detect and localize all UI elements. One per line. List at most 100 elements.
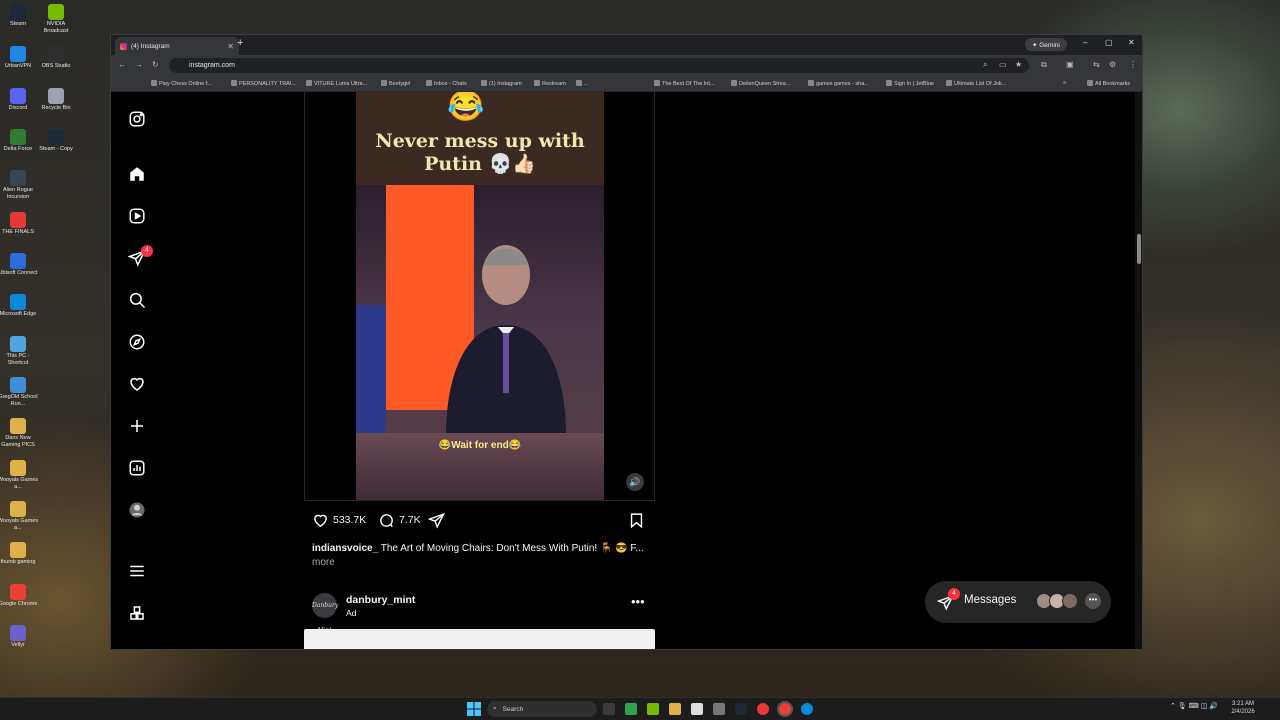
- bookmark-item[interactable]: (1) Instagram: [481, 80, 522, 87]
- desktop-icon[interactable]: GregOld School Run...: [0, 377, 39, 408]
- desktop-icon[interactable]: thumb gaming: [0, 542, 39, 566]
- cast-icon[interactable]: ▭: [999, 60, 1007, 69]
- desktop-icon[interactable]: THE FINALS: [0, 212, 39, 236]
- instagram-page: 4 😂 Never mess up with Putin 💀👍🏻 😂Wait f…: [111, 92, 1142, 649]
- bookmark-item[interactable]: Play Chess Online f...: [151, 80, 212, 87]
- url-text: instagram.com: [189, 62, 235, 69]
- desktop-icon[interactable]: NVIDIA Broadcast: [35, 4, 77, 35]
- edge-icon[interactable]: [801, 703, 813, 715]
- desktop-icon[interactable]: Microsoft Edge: [0, 294, 39, 318]
- share-button[interactable]: [428, 511, 445, 529]
- volume-icon[interactable]: 🔊: [626, 473, 644, 491]
- sidepanel-icon[interactable]: ▣: [1066, 60, 1074, 69]
- desktop-icon[interactable]: Alien Rogue Incursion: [0, 170, 39, 201]
- desktop-icon[interactable]: Recycle Bin: [35, 88, 77, 112]
- reload-button[interactable]: ↻: [152, 60, 159, 69]
- insights-icon[interactable]: [128, 459, 146, 477]
- bookmark-item[interactable]: Inbox - Chats: [426, 80, 467, 87]
- desktop-icon[interactable]: UrbanVPN: [0, 46, 39, 70]
- ad-avatar[interactable]: Danbury Mint: [312, 593, 338, 634]
- more-apps-icon[interactable]: [128, 604, 146, 622]
- create-icon[interactable]: [128, 417, 146, 435]
- heart-icon[interactable]: [128, 375, 146, 393]
- bookmark-item[interactable]: games games - sha...: [808, 80, 869, 87]
- bookmark-item[interactable]: DeilenQueen Strea...: [731, 80, 790, 87]
- ad-username[interactable]: danbury_mint: [346, 594, 415, 606]
- account-icon[interactable]: ⚙: [1109, 60, 1116, 69]
- desktop-icon[interactable]: Ubisoft Connect: [0, 253, 39, 277]
- extensions-icon[interactable]: ⧉: [1041, 60, 1047, 70]
- desktop-icon[interactable]: Vellyr: [0, 625, 39, 649]
- more-link[interactable]: more: [312, 557, 335, 568]
- scrollbar-thumb[interactable]: [1137, 234, 1141, 264]
- zoom-icon[interactable]: ⌕: [983, 60, 987, 70]
- app-icon: [48, 129, 64, 145]
- tab-instagram[interactable]: (4) Instagram ✕: [115, 37, 239, 55]
- desktop-icon[interactable]: OBS Studio: [35, 46, 77, 70]
- chrome-icon[interactable]: [777, 701, 793, 717]
- bookmark-item[interactable]: VITURE Luma Ultra...: [306, 80, 367, 87]
- instagram-logo-icon[interactable]: [128, 110, 146, 128]
- bookmark-item[interactable]: All Bookmarks: [1087, 80, 1130, 87]
- maximize-button[interactable]: ▢: [1105, 38, 1113, 47]
- bookmark-star-icon[interactable]: ★: [1015, 60, 1022, 69]
- scrollbar[interactable]: [1135, 92, 1142, 649]
- bookmark-item[interactable]: ...: [576, 80, 589, 87]
- bookmark-item[interactable]: Restream: [534, 80, 566, 87]
- reels-icon[interactable]: [128, 207, 146, 225]
- bookmark-item[interactable]: Beetygirl: [381, 80, 410, 87]
- desktop-icon[interactable]: Wooyals Games a...: [0, 460, 39, 491]
- comment-button[interactable]: 7.7K: [378, 511, 421, 529]
- desktop-icon[interactable]: Wooyals Games a...: [0, 501, 39, 532]
- desktop-icon[interactable]: Dans New Gaming PICS: [0, 418, 39, 449]
- desktop-icon[interactable]: Google Chrome: [0, 584, 39, 608]
- profile-avatar[interactable]: [128, 501, 146, 519]
- profile-icon[interactable]: ⇆: [1093, 60, 1100, 69]
- settings-icon[interactable]: [713, 703, 725, 715]
- system-tray[interactable]: ⌃ 🎙 ⌨ ◫ 🔊: [1170, 702, 1218, 710]
- app-icon[interactable]: [757, 703, 769, 715]
- save-button[interactable]: [628, 511, 645, 529]
- bookmark-item[interactable]: Ultimate List Of Jok...: [946, 80, 1006, 87]
- menu-icon[interactable]: [128, 562, 146, 580]
- bookmark-item[interactable]: PERSONALITY TRAI...: [231, 80, 296, 87]
- bookmark-label: Play Chess Online f...: [159, 81, 212, 87]
- address-bar[interactable]: instagram.com: [169, 58, 1029, 73]
- desktop-icon[interactable]: Steam: [0, 4, 39, 28]
- gemini-button[interactable]: ✦ Gemini: [1025, 38, 1067, 51]
- more-options-icon[interactable]: •••: [631, 594, 645, 609]
- taskbar-search[interactable]: ⌕ Search: [487, 701, 597, 717]
- tab-close-icon[interactable]: ✕: [227, 42, 234, 51]
- forward-button[interactable]: →: [135, 60, 143, 69]
- minimize-button[interactable]: –: [1083, 38, 1087, 47]
- messages-button[interactable]: 4 Messages •••: [925, 581, 1111, 623]
- new-tab-button[interactable]: +: [237, 37, 243, 49]
- app-icon: [10, 625, 26, 641]
- clock[interactable]: 3:21 AM 2/4/2026: [1226, 700, 1260, 716]
- media-player-icon[interactable]: [625, 703, 637, 715]
- clock-date: 2/4/2026: [1231, 709, 1255, 715]
- bookmark-item[interactable]: Sign In | JetBlue: [886, 80, 934, 87]
- desktop-icon[interactable]: This PC - Shortcut: [0, 336, 39, 367]
- nvidia-icon[interactable]: [647, 703, 659, 715]
- explore-icon[interactable]: [128, 333, 146, 351]
- home-icon[interactable]: [128, 165, 146, 183]
- post-username[interactable]: indiansvoice_: [312, 543, 378, 554]
- reel-video[interactable]: 😂 Never mess up with Putin 💀👍🏻 😂Wait for…: [304, 92, 655, 501]
- desktop-icon[interactable]: Delta Force: [0, 129, 39, 153]
- like-button[interactable]: 533.7K: [312, 511, 366, 529]
- next-post-media: [304, 629, 655, 649]
- back-button[interactable]: ←: [118, 60, 126, 69]
- file-explorer-icon[interactable]: [669, 703, 681, 715]
- menu-icon[interactable]: ⋮: [1129, 60, 1137, 69]
- windows-start-icon[interactable]: [467, 702, 481, 716]
- desktop-icon[interactable]: Discord: [0, 88, 39, 112]
- search-icon[interactable]: [128, 291, 146, 309]
- store-icon[interactable]: [691, 703, 703, 715]
- steam-icon[interactable]: [735, 703, 747, 715]
- desktop-icon[interactable]: Steam - Copy: [35, 129, 77, 153]
- task-view-icon[interactable]: [603, 703, 615, 715]
- bookmark-item[interactable]: »: [1063, 80, 1066, 86]
- bookmark-item[interactable]: The Best Of The Int...: [654, 80, 714, 87]
- close-button[interactable]: ✕: [1128, 38, 1135, 47]
